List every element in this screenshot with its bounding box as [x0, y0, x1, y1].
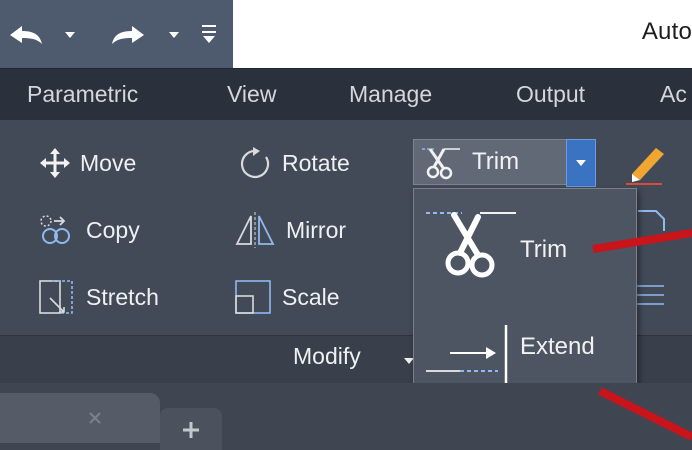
tab-manage[interactable]: Manage: [349, 81, 432, 108]
redo-dropdown-icon[interactable]: [168, 31, 180, 39]
modify-panel-label[interactable]: Modify: [293, 343, 361, 370]
quick-access-toolbar: [0, 0, 233, 68]
array-icon[interactable]: [634, 280, 666, 310]
stretch-icon: [39, 280, 73, 314]
tab-addins[interactable]: Ac: [660, 81, 687, 108]
extend-icon: [426, 325, 508, 383]
customize-icon[interactable]: [200, 22, 218, 44]
mirror-icon: [235, 212, 275, 248]
app-title: Auto: [641, 18, 692, 45]
chamfer-icon[interactable]: [636, 207, 666, 233]
copy-icon: [40, 215, 70, 244]
scale-icon: [235, 280, 271, 314]
menu-item-extend-label: Extend: [520, 333, 595, 360]
move-button[interactable]: Move: [38, 143, 136, 183]
mirror-label: Mirror: [286, 216, 347, 243]
trim-button[interactable]: Trim: [413, 139, 567, 185]
rotate-button[interactable]: Rotate: [234, 143, 350, 183]
document-tab[interactable]: [0, 393, 160, 443]
menu-item-trim-label: Trim: [520, 236, 568, 263]
move-label: Move: [80, 149, 137, 176]
tab-view[interactable]: View: [227, 81, 276, 108]
redo-icon[interactable]: [108, 22, 148, 48]
menu-item-trim[interactable]: Trim: [414, 189, 636, 289]
trim-button-label: Trim: [472, 148, 520, 175]
stretch-label: Stretch: [86, 283, 159, 310]
close-icon[interactable]: [88, 411, 102, 425]
trim-extend-menu: Trim Extend: [413, 188, 637, 412]
undo-dropdown-icon[interactable]: [64, 31, 76, 39]
stretch-button[interactable]: Stretch: [38, 277, 159, 317]
trim-icon: [426, 212, 516, 278]
scale-label: Scale: [282, 283, 340, 310]
ribbon-tab-bar: Parametric View Manage Output Ac: [0, 68, 692, 121]
new-tab-button[interactable]: [160, 408, 222, 450]
mirror-button[interactable]: Mirror: [234, 210, 346, 250]
tab-parametric[interactable]: Parametric: [27, 81, 138, 108]
rotate-label: Rotate: [282, 149, 350, 176]
erase-icon[interactable]: [622, 142, 670, 186]
move-icon: [40, 148, 70, 178]
trim-dropdown-button[interactable]: [566, 139, 596, 187]
title-bar: Auto: [233, 0, 692, 69]
trim-icon: [422, 148, 460, 180]
tab-output[interactable]: Output: [516, 81, 585, 108]
scale-button[interactable]: Scale: [234, 277, 340, 317]
rotate-icon: [240, 147, 270, 179]
undo-icon[interactable]: [6, 22, 46, 48]
copy-label: Copy: [86, 216, 140, 243]
plus-icon: [183, 422, 199, 438]
copy-button[interactable]: Copy: [38, 210, 140, 250]
